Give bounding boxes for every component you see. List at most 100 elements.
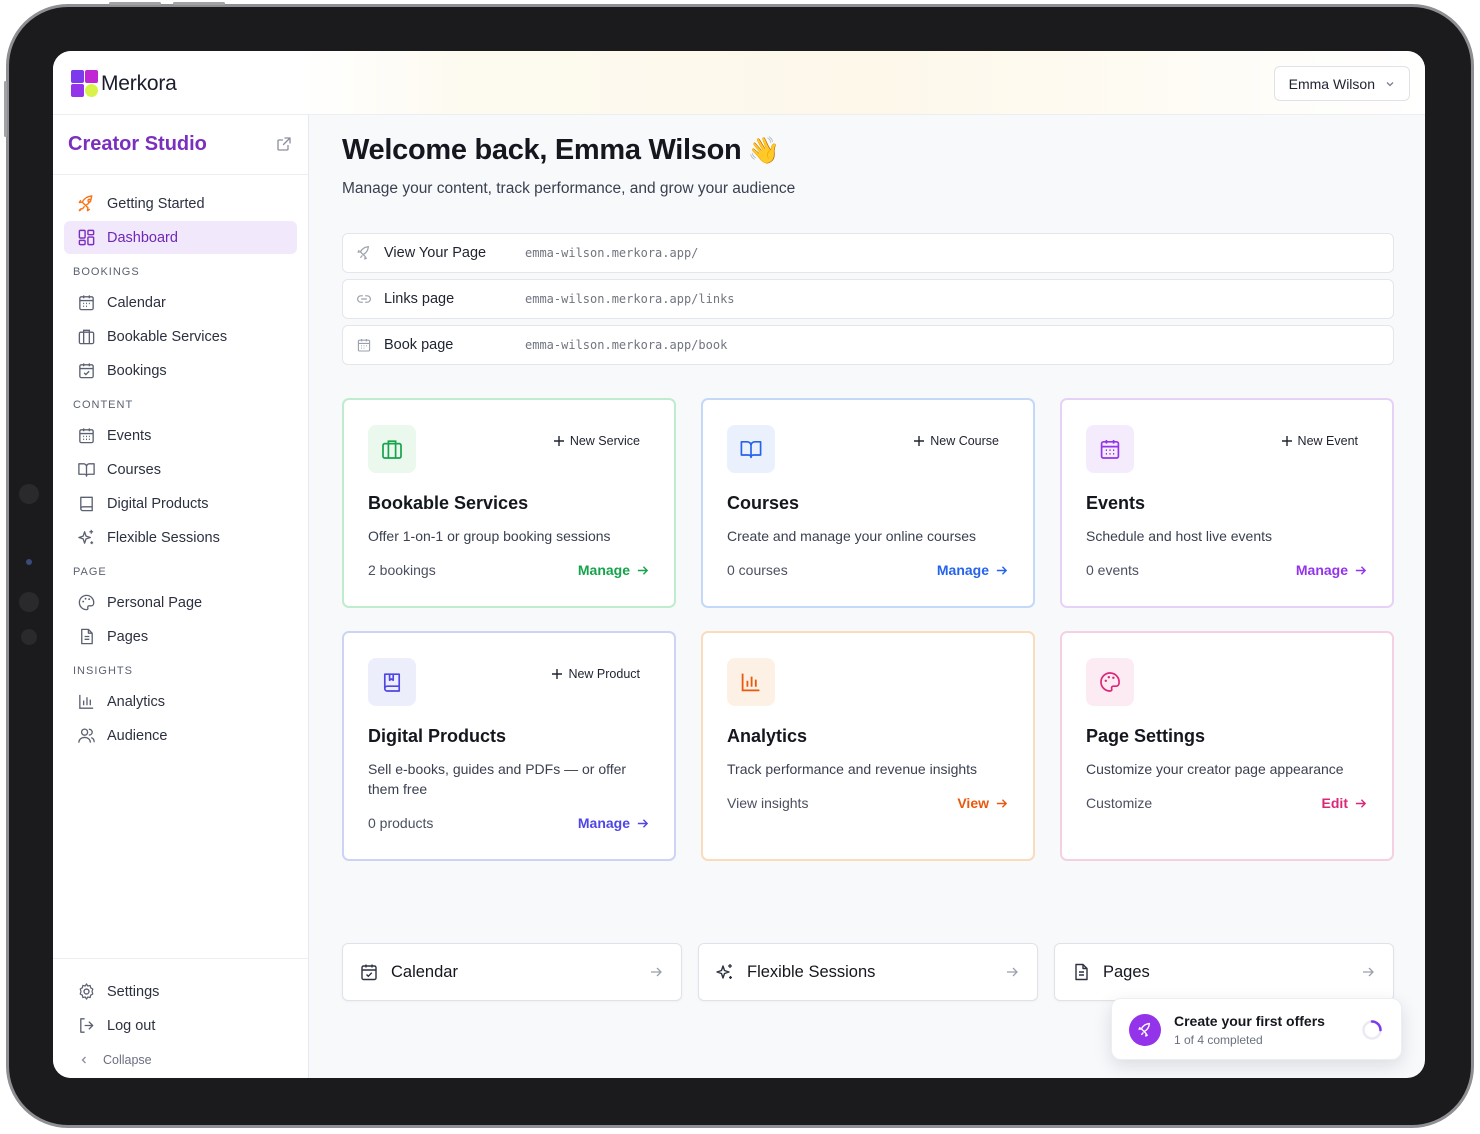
new-course-button[interactable]: New Course — [913, 434, 999, 448]
new-course-label: New Course — [930, 434, 999, 448]
sidebar-item-analytics[interactable]: Analytics — [64, 685, 297, 718]
card-icon-box — [1086, 425, 1134, 473]
plus-icon — [1281, 436, 1292, 446]
view-button[interactable]: View — [957, 795, 1008, 811]
brand-logo[interactable]: Merkora — [71, 70, 177, 98]
section-label-page: PAGE — [73, 566, 107, 578]
camera-dot — [19, 592, 39, 612]
card-description: Create and manage your online courses — [727, 528, 977, 544]
sidebar-item-label: Bookable Services — [107, 328, 228, 345]
link-row-book-page[interactable]: Book page emma-wilson.merkora.app/book — [342, 325, 1394, 365]
sidebar-item-audience[interactable]: Audience — [64, 719, 297, 752]
arrow-right-icon — [1007, 967, 1018, 977]
action-label: Manage — [577, 815, 630, 831]
quick-link-label: Calendar — [391, 962, 458, 981]
book-icon — [80, 496, 93, 512]
sidebar-item-digital-products[interactable]: Digital Products — [64, 487, 297, 520]
plus-icon — [553, 436, 564, 446]
card-bookable-services: New Service Bookable Services Offer 1-on… — [342, 398, 676, 608]
card-page-settings: Page Settings Customize your creator pag… — [1060, 631, 1394, 861]
brand-name: Merkora — [101, 72, 177, 95]
new-service-button[interactable]: New Service — [553, 434, 640, 448]
external-link-icon[interactable] — [276, 136, 292, 152]
calendar-icon — [357, 339, 371, 352]
book-open-icon — [78, 463, 95, 477]
sidebar-item-flexible-sessions[interactable]: Flexible Sessions — [64, 521, 297, 554]
user-name: Emma Wilson — [1288, 75, 1375, 92]
toast-subtitle: 1 of 4 completed — [1174, 1033, 1263, 1047]
camera-lens — [26, 559, 32, 565]
logout-icon — [80, 1018, 94, 1033]
sidebar-item-bookable-services[interactable]: Bookable Services — [64, 320, 297, 353]
card-description: Offer 1-on-1 or group booking sessions — [368, 528, 611, 544]
quick-link-label: Pages — [1103, 962, 1150, 981]
file-text-icon — [81, 628, 93, 645]
quick-link-pages[interactable]: Pages — [1054, 943, 1394, 1001]
sidebar-item-pages[interactable]: Pages — [64, 620, 297, 653]
link-row-links-page[interactable]: Links page emma-wilson.merkora.app/links — [342, 279, 1394, 319]
sidebar-item-personal-page[interactable]: Personal Page — [64, 586, 297, 619]
onboarding-toast[interactable]: Create your first offers 1 of 4 complete… — [1111, 998, 1402, 1060]
sidebar: Creator Studio Getting Started Dashboard… — [53, 115, 309, 1078]
palette-icon — [78, 594, 95, 611]
new-product-button[interactable]: New Product — [551, 667, 640, 681]
card-title: Bookable Services — [368, 493, 529, 513]
user-menu-button[interactable]: Emma Wilson — [1273, 66, 1410, 101]
sidebar-item-events[interactable]: Events — [64, 419, 297, 452]
sidebar-item-label: Calendar — [107, 294, 166, 311]
arrow-right-icon — [996, 798, 1008, 808]
card-events: New Event Events Schedule and host live … — [1060, 398, 1394, 608]
link-url[interactable]: emma-wilson.merkora.app/ — [525, 246, 698, 260]
sidebar-item-label: Personal Page — [107, 594, 203, 611]
arrow-right-icon — [651, 967, 662, 977]
manage-button[interactable]: Manage — [578, 815, 649, 831]
sidebar-item-logout[interactable]: Log out — [64, 1009, 298, 1042]
sidebar-item-label: Log out — [107, 1017, 156, 1034]
rocket-icon — [1129, 1014, 1161, 1046]
card-count: 2 bookings — [368, 562, 436, 578]
sidebar-item-label: Events — [107, 427, 152, 444]
top-bar: Merkora Emma Wilson — [53, 51, 1425, 115]
sidebar-item-label: Dashboard — [107, 229, 178, 246]
card-analytics: Analytics Track performance and revenue … — [701, 631, 1035, 861]
briefcase-icon — [382, 440, 402, 459]
edit-button[interactable]: Edit — [1322, 795, 1367, 811]
card-icon-box — [368, 658, 416, 706]
collapse-button[interactable]: Collapse — [64, 1045, 298, 1075]
top-button — [173, 2, 225, 5]
calendar-grid-icon — [79, 428, 94, 444]
sidebar-item-getting-started[interactable]: Getting Started — [64, 187, 297, 220]
new-event-button[interactable]: New Event — [1281, 434, 1358, 448]
users-icon — [78, 728, 95, 743]
sidebar-title: Creator Studio — [68, 133, 207, 155]
book-open-icon — [740, 440, 762, 459]
card-courses: New Course Courses Create and manage you… — [701, 398, 1035, 608]
card-description: Customize your creator page appearance — [1086, 761, 1344, 777]
link-url[interactable]: emma-wilson.merkora.app/book — [525, 338, 727, 352]
card-title: Courses — [727, 493, 800, 513]
sidebar-item-label: Bookings — [107, 362, 167, 379]
sidebar-item-settings[interactable]: Settings — [64, 975, 298, 1008]
card-count: 0 courses — [727, 562, 788, 578]
manage-button[interactable]: Manage — [578, 562, 649, 578]
sidebar-item-bookings[interactable]: Bookings — [64, 354, 297, 387]
sparkles-icon — [716, 964, 732, 979]
manage-button[interactable]: Manage — [1296, 562, 1367, 578]
collapse-label: Collapse — [103, 1053, 152, 1067]
manage-button[interactable]: Manage — [937, 562, 1008, 578]
app-screen: Merkora Emma Wilson Creator Studio Getti… — [53, 51, 1425, 1078]
quick-link-calendar[interactable]: Calendar — [342, 943, 682, 1001]
sidebar-item-label: Flexible Sessions — [107, 529, 220, 546]
sidebar-item-label: Audience — [107, 727, 168, 744]
sidebar-item-calendar[interactable]: Calendar — [64, 286, 297, 319]
card-description: Schedule and host live events — [1086, 528, 1273, 544]
sidebar-item-courses[interactable]: Courses — [64, 453, 297, 486]
link-label: View Your Page — [384, 245, 487, 261]
sidebar-item-dashboard[interactable]: Dashboard — [64, 221, 297, 254]
briefcase-icon — [78, 329, 95, 345]
link-row-view-page[interactable]: View Your Page emma-wilson.merkora.app/ — [342, 233, 1394, 273]
quick-link-flexible-sessions[interactable]: Flexible Sessions — [698, 943, 1038, 1001]
link-url[interactable]: emma-wilson.merkora.app/links — [525, 292, 735, 306]
plus-icon — [552, 669, 563, 679]
card-digital-products: New Product Digital Products Sell e-book… — [342, 631, 676, 861]
